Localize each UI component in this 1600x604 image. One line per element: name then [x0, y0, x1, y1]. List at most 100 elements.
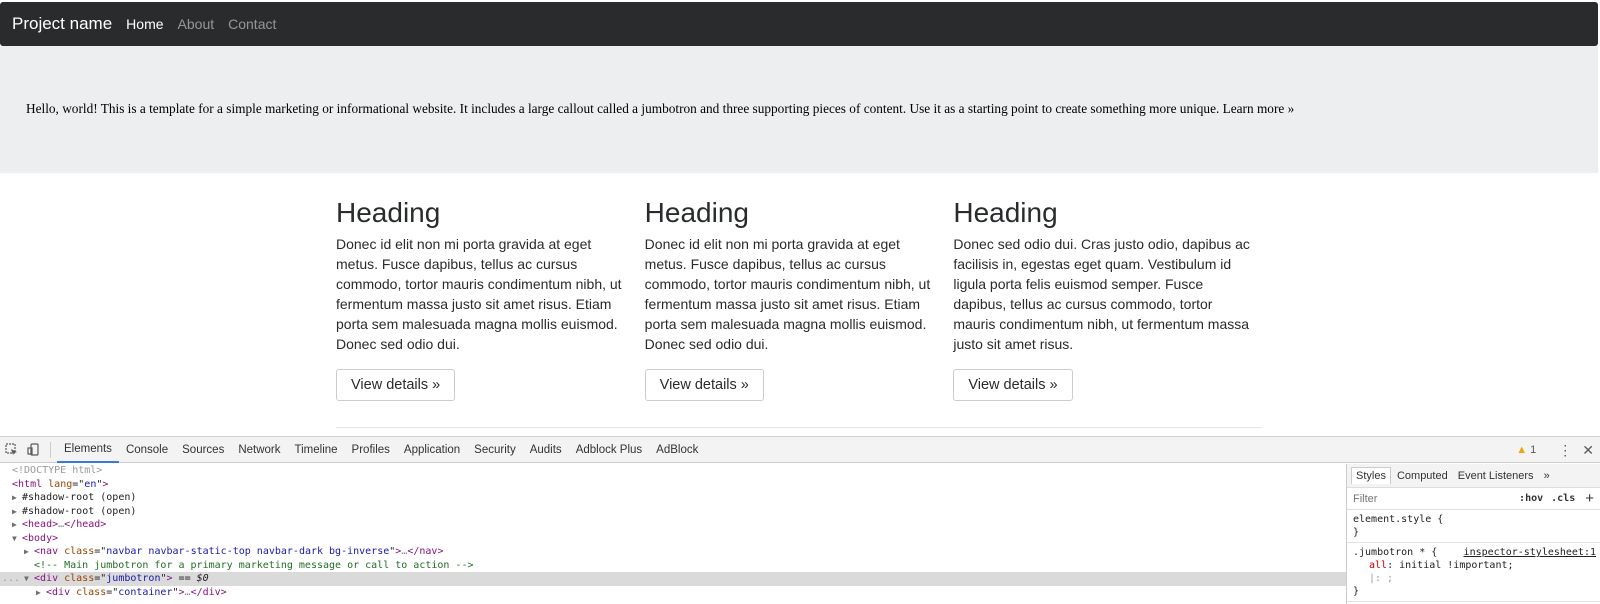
column-text: Donec id elit non mi porta gravida at eg… [644, 236, 931, 352]
dom-node-jumbotron[interactable]: ... ▼ <div class="jumbotron"> == $0 [0, 572, 1346, 586]
html-attr-value: en [84, 478, 97, 490]
collapse-icon[interactable]: ▼ [24, 572, 34, 586]
tab-profiles[interactable]: Profiles [345, 437, 397, 463]
warning-indicator[interactable]: ▲ 1 [1516, 444, 1536, 456]
head-close-tag: </head> [64, 519, 107, 530]
jumbotron-text: Hello, world! This is a template for a s… [26, 101, 1295, 116]
styles-filter-input[interactable] [1353, 492, 1512, 505]
style-rule-jumbotron[interactable]: .jumbotron * { inspector-stylesheet:1 al… [1347, 543, 1600, 602]
jumbotron-attr: class [64, 573, 95, 584]
elements-tree: <!DOCTYPE html> <html lang="en"> ▶ #shado… [0, 464, 1346, 604]
container-attr: class [76, 586, 107, 598]
nav-link-home[interactable]: Home [126, 16, 163, 32]
styles-pane: Styles Computed Event Listeners » :hov .… [1346, 464, 1600, 604]
html-comment: <!-- Main jumbotron for a primary market… [34, 559, 474, 571]
expand-icon[interactable]: ▶ [24, 545, 34, 559]
nav-attr: class [64, 546, 95, 557]
devtools-body: <!DOCTYPE html> <html lang="en"> ▶ #shado… [0, 464, 1600, 604]
expand-icon[interactable]: ▶ [36, 586, 46, 600]
expand-icon[interactable]: ▶ [12, 518, 22, 532]
more-tabs-icon[interactable]: » [1540, 468, 1554, 484]
nav-link-about[interactable]: About [178, 16, 215, 32]
nav-tag: nav [40, 546, 59, 557]
more-menu-icon[interactable]: ⋮ [1558, 442, 1572, 459]
html-attr: lang [48, 478, 73, 490]
warning-icon: ▲ [1516, 444, 1528, 456]
rule-declaration[interactable]: all: initial !important; [1353, 559, 1594, 572]
view-details-button[interactable]: View details » [953, 369, 1073, 401]
property-name: all [1369, 560, 1388, 571]
dom-node-body[interactable]: ▼ <body> [0, 532, 1346, 546]
view-details-button[interactable]: View details » [336, 369, 456, 401]
dom-node-html[interactable]: <html lang="en"> [0, 478, 1346, 492]
inspect-icon[interactable] [0, 439, 22, 461]
expand-icon[interactable]: ▶ [12, 491, 22, 505]
dom-node-container[interactable]: ▶ <div class="container">…</div> [0, 586, 1346, 600]
rule-source-link[interactable]: inspector-stylesheet:1 [1464, 546, 1596, 559]
dom-node-nav[interactable]: ▶ <nav class="navbar navbar-static-top na… [0, 545, 1346, 559]
tab-console[interactable]: Console [119, 437, 175, 463]
column-text: Donec sed odio dui. Cras justo odio, dap… [953, 236, 1250, 352]
jumbotron: Hello, world! This is a template for a s… [0, 46, 1598, 173]
column-heading: Heading [953, 197, 1058, 228]
column-heading: Heading [644, 197, 749, 228]
warning-count: 1 [1530, 444, 1537, 456]
tab-event-listeners[interactable]: Event Listeners [1454, 468, 1538, 484]
dom-node-shadow-root[interactable]: ▶ #shadow-root (open) [0, 505, 1346, 519]
view-details-button[interactable]: View details » [644, 369, 764, 401]
dom-node-head[interactable]: ▶ <head>…</head> [0, 518, 1346, 532]
class-toggle[interactable]: .cls [1551, 493, 1575, 504]
column-1: Heading Donec id elit non mi porta gravi… [336, 196, 645, 401]
dom-node-shadow-root[interactable]: ▶ #shadow-root (open) [0, 491, 1346, 505]
expand-icon[interactable]: ▶ [12, 505, 22, 519]
nav-close-tag: </nav> [407, 546, 444, 557]
web-page: Project name Home About Contact Hello, w… [0, 0, 1600, 436]
styles-filter-bar: :hov .cls + [1347, 488, 1600, 510]
rule-close: } [1353, 527, 1360, 538]
column-heading: Heading [336, 197, 441, 228]
tab-security[interactable]: Security [467, 437, 523, 463]
tab-styles[interactable]: Styles [1351, 467, 1391, 484]
nav-link-contact[interactable]: Contact [228, 16, 276, 32]
navbar: Project name Home About Contact [0, 2, 1598, 46]
styles-tabs: Styles Computed Event Listeners » [1347, 464, 1600, 488]
devtools-panel: Elements Console Sources Network Timelin… [0, 436, 1600, 604]
divider [336, 427, 1262, 428]
dom-node-comment[interactable]: <!-- Main jumbotron for a primary market… [0, 559, 1346, 573]
shadow-root-label: #shadow-root (open) [22, 505, 137, 517]
nav-attr-value: navbar navbar-static-top navbar-dark bg-… [106, 546, 390, 557]
navbar-brand[interactable]: Project name [12, 14, 112, 34]
close-icon[interactable]: ✕ [1582, 442, 1594, 459]
container-tag: div [52, 586, 71, 598]
head-open-tag: <head> [22, 519, 59, 530]
selection-gutter: ... [2, 573, 21, 584]
toolbar-separator [50, 441, 51, 458]
column-2: Heading Donec id elit non mi porta gravi… [644, 196, 954, 401]
collapse-icon[interactable]: ▼ [12, 532, 22, 546]
html-tag: html [18, 478, 43, 490]
tab-timeline[interactable]: Timeline [288, 437, 345, 463]
tab-audits[interactable]: Audits [523, 437, 569, 463]
tab-network[interactable]: Network [231, 437, 287, 463]
tab-sources[interactable]: Sources [175, 437, 231, 463]
tab-adblock-plus[interactable]: Adblock Plus [569, 437, 649, 463]
container-attr-value: container [118, 586, 173, 598]
style-rule-element[interactable]: element.style { } [1347, 510, 1600, 543]
tab-elements[interactable]: Elements [57, 437, 119, 463]
tab-application[interactable]: Application [397, 437, 467, 463]
jumbotron-tag: div [40, 573, 59, 584]
dom-node-doctype[interactable]: <!DOCTYPE html> [0, 464, 1346, 478]
device-toolbar-icon[interactable] [22, 439, 44, 461]
property-value: initial !important; [1399, 560, 1514, 571]
shadow-root-label: #shadow-root (open) [22, 492, 137, 503]
tab-computed[interactable]: Computed [1393, 468, 1452, 484]
new-rule-icon[interactable]: + [1585, 490, 1594, 507]
rule-close: } [1353, 586, 1360, 597]
column-text: Donec id elit non mi porta gravida at eg… [336, 236, 622, 352]
rule-selector: element.style { [1353, 514, 1444, 525]
rule-new-declaration[interactable]: |: ; [1353, 572, 1594, 585]
tab-adblock[interactable]: AdBlock [649, 437, 705, 463]
hover-state-toggle[interactable]: :hov [1519, 493, 1543, 504]
doctype-text: <!DOCTYPE html> [12, 465, 103, 476]
jumbotron-attr-value: jumbotron [106, 573, 161, 584]
